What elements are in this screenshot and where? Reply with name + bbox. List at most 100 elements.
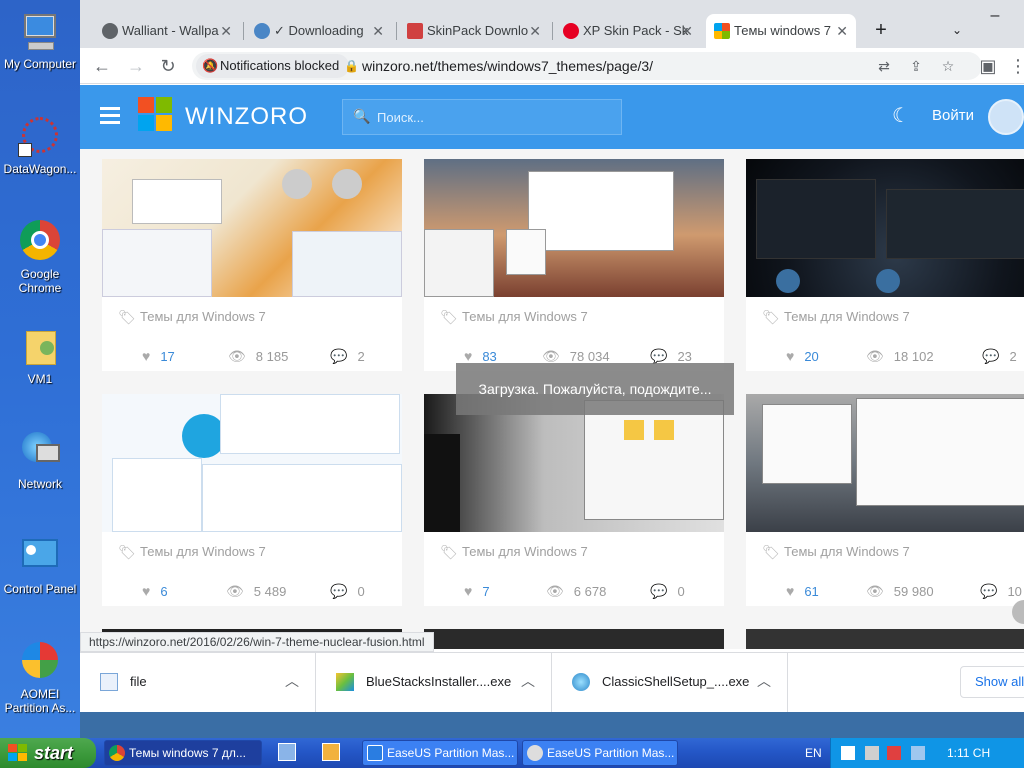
desktop-icon-vm1[interactable]: VM1 <box>0 325 80 386</box>
taskbar-item-label: EaseUS Partition Mas... <box>387 746 515 760</box>
theme-card[interactable]: 🏷 Темы для Windows 7 <box>424 394 724 606</box>
theme-card[interactable]: 🏷 Темы для Windows 7 <box>746 159 1024 371</box>
desktop-icon-my-computer[interactable]: My Computer <box>0 10 80 71</box>
taskbar-item-chrome[interactable]: Темы windows 7 дл... <box>104 740 262 766</box>
clock[interactable]: 1:11 CH <box>947 746 990 760</box>
close-icon[interactable]: ✕ <box>681 14 693 48</box>
winzoro-logo-icon[interactable] <box>138 97 174 133</box>
url-text[interactable]: 🔒 winzoro.net/themes/windows7_themes/pag… <box>344 52 653 80</box>
desktop-icon-aomei[interactable]: AOMEI Partition As... <box>0 640 80 715</box>
taskbar-item-easeus-2[interactable]: EaseUS Partition Mas... <box>522 740 678 766</box>
forward-arrow-icon[interactable]: → <box>124 54 148 78</box>
back-arrow-icon[interactable]: ← <box>90 54 114 78</box>
address-bar[interactable]: 🔕 Notifications blocked 🔒 winzoro.net/th… <box>192 52 982 80</box>
menu-icon[interactable] <box>100 107 120 124</box>
network-tray-icon[interactable] <box>841 746 855 760</box>
brand-name[interactable]: WINZORO <box>185 103 308 131</box>
theme-thumbnail[interactable] <box>424 159 724 297</box>
start-button[interactable]: start <box>0 738 96 768</box>
theme-thumbnail[interactable] <box>746 629 1024 649</box>
lock-icon: 🔒 <box>344 59 359 73</box>
taskbar: start Темы windows 7 дл... EaseUS Partit… <box>0 738 1024 768</box>
show-all-button[interactable]: Show all <box>960 666 1024 698</box>
theme-thumbnail[interactable] <box>746 159 1024 297</box>
notifications-blocked-chip[interactable]: 🔕 Notifications blocked <box>196 54 350 78</box>
login-link[interactable]: Войти <box>932 107 974 124</box>
card-category[interactable]: 🏷 Темы для Windows 7 <box>762 307 910 327</box>
skinpack-favicon-icon <box>407 23 423 39</box>
chevron-up-icon[interactable]: ︿ <box>757 671 771 691</box>
tab-title: ✓ Downloading <box>274 23 364 38</box>
tag-icon: 🏷 <box>118 544 136 560</box>
desktop-icon-control-panel[interactable]: Control Panel <box>0 535 80 596</box>
taskbar-item-easeus[interactable]: EaseUS Partition Mas... <box>362 740 518 766</box>
minimize-icon[interactable]: – <box>980 6 1010 26</box>
search-input[interactable] <box>377 106 607 128</box>
dark-mode-moon-icon[interactable]: ☾ <box>892 103 910 128</box>
download-item[interactable]: ClassicShellSetup_....exe ︿ <box>552 653 788 712</box>
heart-icon[interactable]: ♥ <box>142 348 150 364</box>
theme-card[interactable]: 🏷 Темы для Windows 7 <box>424 159 724 371</box>
close-icon[interactable]: ✕ <box>836 14 848 48</box>
theme-card[interactable]: 🏷 Темы для Windows 7 <box>102 159 402 371</box>
download-item[interactable]: BlueStacksInstaller....exe ︿ <box>316 653 552 712</box>
theme-thumbnail[interactable] <box>102 394 402 532</box>
side-panel-icon[interactable]: ▣ <box>976 54 1000 78</box>
card-category-label: Темы для Windows 7 <box>140 309 266 324</box>
close-icon[interactable]: ✕ <box>372 14 384 48</box>
tray-app-icon[interactable] <box>911 746 925 760</box>
theme-thumbnail[interactable] <box>102 159 402 297</box>
volume-muted-icon[interactable] <box>887 746 901 760</box>
chevron-up-icon[interactable]: ︿ <box>521 671 535 691</box>
heart-icon[interactable]: ♥ <box>786 348 794 364</box>
card-category[interactable]: 🏷 Темы для Windows 7 <box>440 307 588 327</box>
translate-icon[interactable]: ⇄ <box>872 52 896 80</box>
theme-card[interactable]: 🏷 Темы для Windows 7 <box>102 394 402 606</box>
comments-count: 23 <box>677 349 692 364</box>
chevron-up-icon[interactable]: ︿ <box>285 671 299 691</box>
profile-icon[interactable]: ⋮ <box>1006 54 1024 78</box>
heart-icon[interactable]: ♥ <box>464 348 472 364</box>
close-icon[interactable]: ✕ <box>529 14 541 48</box>
tab-title: Walliant - Wallpa <box>122 23 219 38</box>
site-search[interactable]: 🔍 <box>342 99 622 135</box>
theme-thumbnail[interactable] <box>424 629 724 649</box>
desktop-icon-label: VM1 <box>27 372 53 386</box>
heart-icon[interactable]: ♥ <box>786 583 794 599</box>
language-indicator[interactable]: EN <box>805 746 822 760</box>
new-tab-button[interactable]: + <box>866 20 896 40</box>
tab-temy-windows-7[interactable]: Темы windows 7 ✕ <box>706 14 856 48</box>
desktop-icon-chrome[interactable]: Google Chrome <box>0 220 80 295</box>
desktop-icon-datawagon[interactable]: DataWagon... <box>0 115 80 176</box>
close-icon[interactable]: ✕ <box>220 14 232 48</box>
star-icon[interactable]: ☆ <box>936 52 960 80</box>
reload-icon[interactable]: ↻ <box>156 54 180 78</box>
comments-count: 0 <box>357 584 365 599</box>
card-category[interactable]: 🏷 Темы для Windows 7 <box>762 542 910 562</box>
tab-xp-skin-pack[interactable]: XP Skin Pack - Sk ✕ <box>555 14 701 48</box>
network-icon <box>18 430 62 474</box>
card-category[interactable]: 🏷 Темы для Windows 7 <box>440 542 588 562</box>
tag-icon: 🏷 <box>762 309 780 325</box>
media-quicklaunch-icon[interactable] <box>322 743 340 761</box>
safely-remove-icon[interactable] <box>865 746 879 760</box>
tab-walliant[interactable]: Walliant - Wallpa ✕ <box>94 14 240 48</box>
card-stats: ♥ 6 👁 5 489 💬 0 <box>142 581 382 601</box>
heart-icon[interactable]: ♥ <box>142 583 150 599</box>
avatar[interactable] <box>988 99 1024 135</box>
comments-icon: 💬 <box>330 583 348 599</box>
likes-count: 83 <box>482 349 497 364</box>
tab-search-chevron-icon[interactable]: ⌄ <box>942 20 972 40</box>
download-item[interactable]: file ︿ <box>80 653 316 712</box>
theme-card[interactable]: 🏷 Темы для Windows 7 <box>746 394 1024 606</box>
desktop-icon-network[interactable]: Network <box>0 430 80 491</box>
theme-thumbnail[interactable] <box>746 394 1024 532</box>
card-category[interactable]: 🏷 Темы для Windows 7 <box>118 307 266 327</box>
card-category[interactable]: 🏷 Темы для Windows 7 <box>118 542 266 562</box>
explorer-quicklaunch-icon[interactable] <box>278 743 296 761</box>
share-icon[interactable]: ⇪ <box>904 52 928 80</box>
eye-icon: 👁 <box>228 348 246 364</box>
tab-skinpack[interactable]: SkinPack Downlo ✕ <box>399 14 549 48</box>
tab-downloading[interactable]: ✓ Downloading ✕ <box>246 14 392 48</box>
heart-icon[interactable]: ♥ <box>464 583 472 599</box>
